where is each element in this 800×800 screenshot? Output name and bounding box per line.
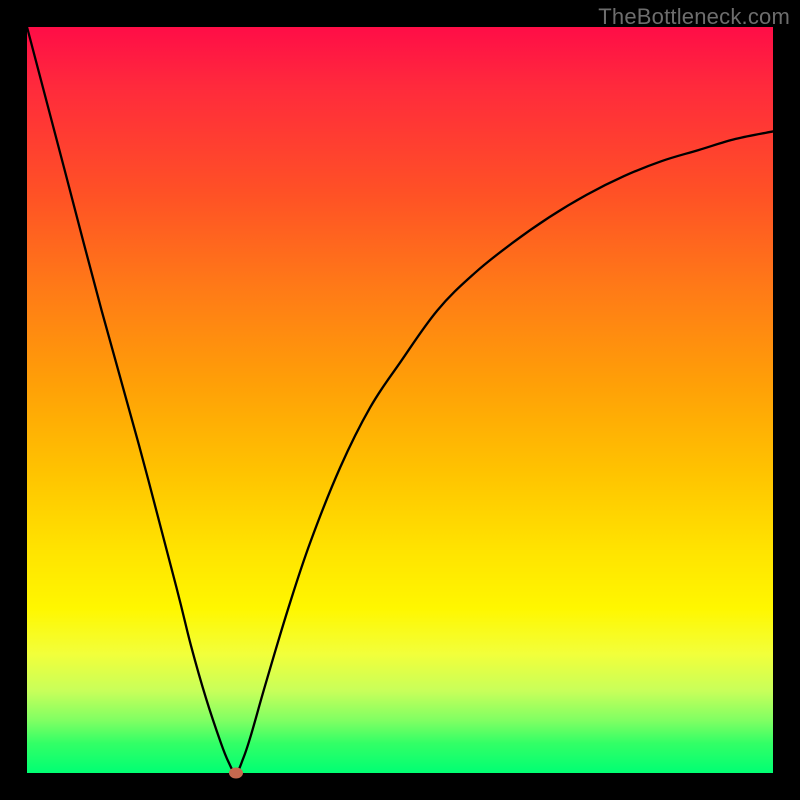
bottleneck-curve bbox=[27, 27, 773, 773]
plot-area bbox=[27, 27, 773, 773]
curve-path bbox=[27, 27, 773, 773]
watermark-text: TheBottleneck.com bbox=[598, 4, 790, 30]
optimum-marker bbox=[229, 768, 243, 779]
chart-frame: TheBottleneck.com bbox=[0, 0, 800, 800]
